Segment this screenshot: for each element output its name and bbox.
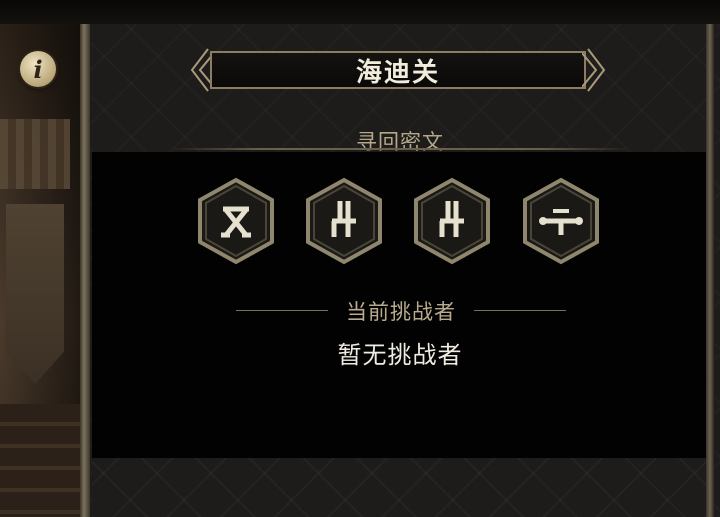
rune-x-glyph-icon bbox=[198, 177, 274, 265]
background-scene bbox=[0, 24, 80, 517]
rune-slot-2[interactable] bbox=[304, 177, 384, 265]
game-screen: i 海迪关 寻回密文 当前挑战者 暂无挑战者 bbox=[0, 0, 720, 517]
scene-banner bbox=[6, 204, 64, 384]
challenger-value: 暂无挑战者 bbox=[337, 341, 463, 369]
panel-border-right bbox=[706, 24, 714, 517]
challenger-divider-left bbox=[236, 310, 328, 311]
challenger-label: 当前挑战者 bbox=[346, 300, 456, 324]
top-strip bbox=[0, 0, 720, 26]
rune-slot-1[interactable] bbox=[196, 177, 276, 265]
challenger-divider-right bbox=[474, 310, 566, 311]
rune-bar-glyph-icon bbox=[523, 177, 599, 265]
title-banner: 海迪关 bbox=[188, 47, 608, 93]
rune-hook-glyph-icon bbox=[414, 177, 490, 265]
title-plate: 海迪关 bbox=[210, 51, 586, 89]
scene-awning bbox=[0, 119, 70, 189]
challenger-header: 当前挑战者 bbox=[236, 296, 566, 326]
subtitle-divider bbox=[170, 148, 630, 150]
rune-slot-3[interactable] bbox=[412, 177, 492, 265]
scene-shelf bbox=[0, 404, 80, 517]
rune-slot-4[interactable] bbox=[521, 177, 601, 265]
panel-border-left bbox=[80, 24, 90, 517]
rune-hook-glyph-icon bbox=[306, 177, 382, 265]
info-glyph: i bbox=[33, 54, 43, 84]
page-title: 海迪关 bbox=[355, 57, 440, 88]
panel-lower-area bbox=[92, 458, 706, 517]
banner-right-ornament-icon bbox=[581, 47, 608, 93]
info-icon[interactable]: i bbox=[20, 51, 56, 87]
